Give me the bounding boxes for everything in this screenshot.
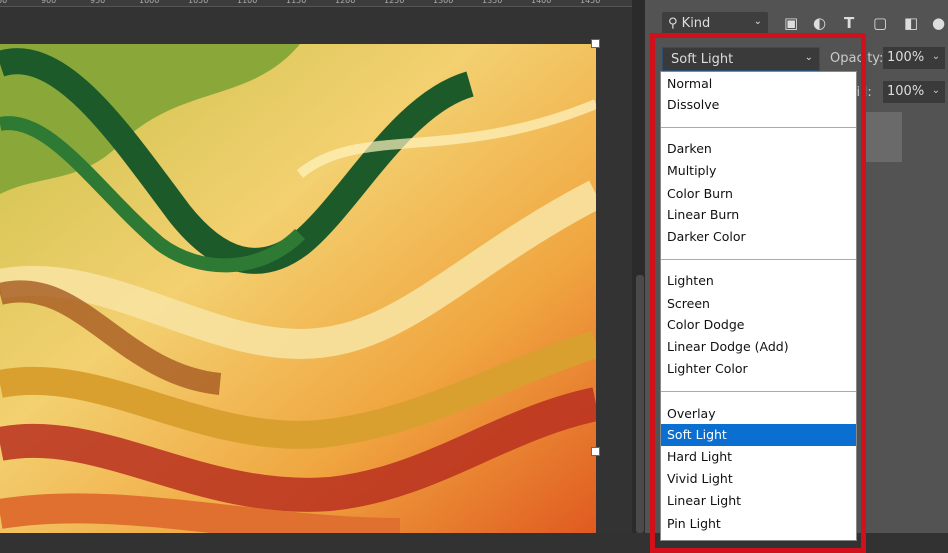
blend-mode-option[interactable]: Screen [661, 293, 856, 315]
filter-kind-label: Kind [681, 16, 711, 31]
ruler-label: 1000 [139, 0, 160, 5]
filter-toggle-icon[interactable]: ● [932, 14, 945, 32]
smart-object-filter-icon[interactable]: ◧ [904, 14, 918, 32]
chevron-down-icon: ⌄ [804, 52, 813, 63]
blend-mode-option[interactable]: Darker Color [661, 226, 856, 248]
menu-separator [661, 127, 856, 128]
transform-handle-middle-right[interactable] [591, 447, 600, 456]
menu-separator [661, 391, 856, 392]
blend-mode-dropdown[interactable]: Soft Light ⌄ [662, 47, 820, 71]
blend-mode-option[interactable]: Overlay [661, 403, 856, 425]
ruler-label: 1050 [188, 0, 209, 5]
blend-mode-option[interactable]: Dissolve [661, 94, 856, 116]
blend-mode-option[interactable]: Linear Dodge (Add) [661, 336, 856, 358]
ruler-label: 850 [0, 0, 8, 5]
ruler-label: 1200 [335, 0, 356, 5]
blend-mode-option[interactable]: Lighten [661, 270, 856, 292]
ruler-label: 950 [90, 0, 106, 5]
adjustment-filter-icon[interactable]: ◐ [813, 14, 826, 32]
blend-mode-option[interactable]: Vivid Light [661, 468, 856, 490]
blend-mode-option[interactable]: Soft Light [661, 424, 856, 446]
ruler-label: 1100 [237, 0, 258, 5]
layer-row[interactable] [866, 112, 902, 162]
ruler-label: 1150 [286, 0, 307, 5]
blend-mode-option[interactable]: Normal [661, 73, 856, 95]
ruler-label: 1400 [531, 0, 552, 5]
blend-mode-option[interactable]: Color Dodge [661, 314, 856, 336]
opacity-input[interactable]: 100% [883, 47, 927, 69]
blend-mode-option[interactable]: Linear Burn [661, 204, 856, 226]
opacity-chevron-icon[interactable]: ⌄ [927, 47, 945, 69]
fill-chevron-icon[interactable]: ⌄ [927, 81, 945, 103]
filter-kind-dropdown[interactable]: ⚲ Kind ⌄ [662, 12, 768, 36]
opacity-label: Opacity: [830, 51, 884, 66]
blend-mode-menu: Normal Dissolve Darken Multiply Color Burn Li… [660, 71, 857, 541]
type-filter-icon[interactable]: T [844, 14, 854, 32]
fill-input[interactable]: 100% [883, 81, 927, 103]
blend-mode-option[interactable]: Pin Light [661, 513, 856, 535]
ruler-label: 1300 [433, 0, 454, 5]
blend-mode-option[interactable]: Linear Light [661, 490, 856, 512]
ruler-label: 900 [41, 0, 57, 5]
shape-filter-icon[interactable]: ▢ [873, 14, 887, 32]
chevron-down-icon: ⌄ [753, 16, 762, 27]
search-icon: ⚲ [668, 16, 678, 31]
blend-mode-option[interactable]: Darken [661, 138, 856, 160]
transform-handle-top-right[interactable] [591, 39, 600, 48]
ruler-label: 1350 [482, 0, 503, 5]
canvas-image[interactable] [0, 44, 596, 533]
image-filter-icon[interactable]: ▣ [784, 14, 798, 32]
blend-mode-option[interactable]: Multiply [661, 160, 856, 182]
blend-mode-option[interactable]: Lighter Color [661, 358, 856, 380]
ruler-label: 1450 [580, 0, 601, 5]
menu-separator [661, 259, 856, 260]
ruler-label: 1250 [384, 0, 405, 5]
horizontal-ruler: 850 900 950 1000 1050 1100 1150 1200 1250 1300 135… [0, 0, 632, 7]
blend-mode-option[interactable]: Color Burn [661, 183, 856, 205]
blend-mode-value: Soft Light [671, 52, 734, 67]
scrollbar-thumb[interactable] [636, 275, 644, 533]
blend-mode-option[interactable]: Hard Light [661, 446, 856, 468]
